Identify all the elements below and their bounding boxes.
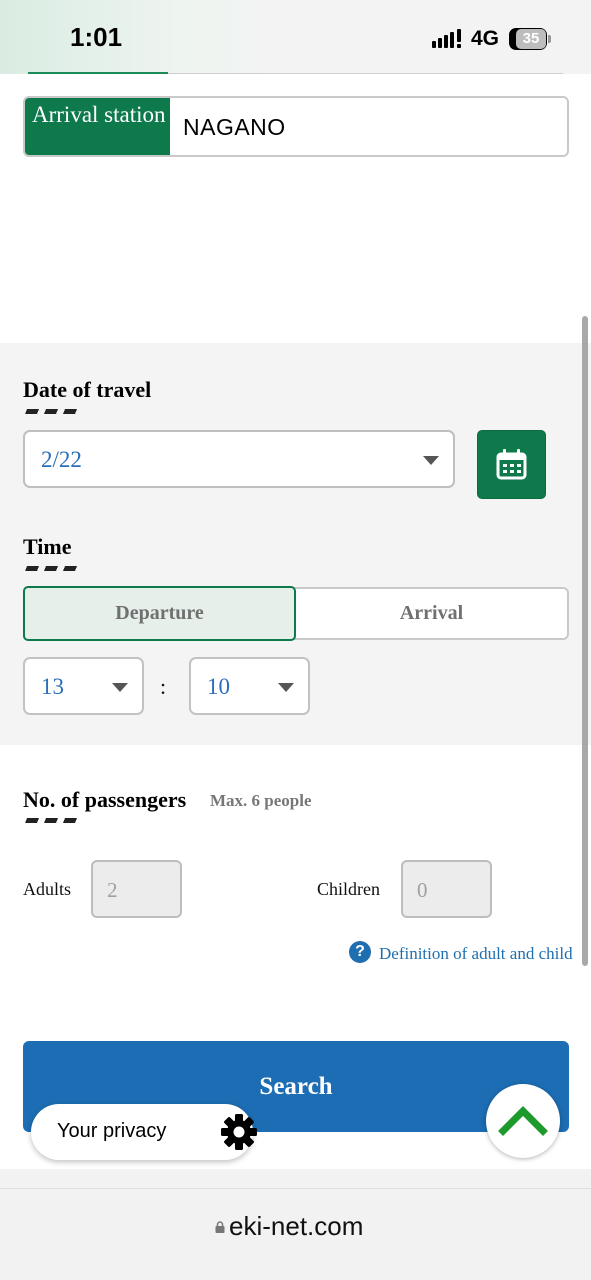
minute-select[interactable]: 10 — [189, 657, 310, 715]
date-select[interactable]: 2/22 — [23, 430, 455, 488]
minute-value: 10 — [207, 674, 230, 699]
calendar-icon — [496, 449, 527, 480]
divider-accent — [28, 72, 168, 74]
gear-icon — [221, 1114, 257, 1150]
time-title: Time — [23, 534, 72, 559]
privacy-label: Your privacy — [57, 1120, 167, 1142]
network-type: 4G — [471, 27, 500, 50]
battery-level: 35 — [516, 29, 546, 49]
help-icon: ? — [349, 941, 371, 963]
children-input[interactable]: 0 — [401, 860, 492, 918]
passengers-title: No. of passengers — [23, 787, 187, 812]
back-to-top-button[interactable] — [486, 1084, 560, 1158]
children-value: 0 — [417, 878, 428, 902]
battery-tip — [548, 35, 551, 43]
status-time: 1:01 — [70, 22, 123, 52]
arrival-station-label: Arrival station — [25, 98, 170, 155]
max-passengers-note: Max. 6 people — [210, 791, 312, 810]
date-of-travel-title: Date of travel — [23, 377, 152, 402]
divider — [0, 1188, 591, 1189]
arrival-toggle-button[interactable]: Arrival — [296, 589, 567, 638]
privacy-button[interactable]: Your privacy — [31, 1104, 257, 1160]
hour-value: 13 — [41, 674, 64, 699]
adults-input[interactable]: 2 — [91, 860, 182, 918]
children-label: Children — [317, 879, 380, 899]
title-dashes — [25, 409, 79, 414]
time-separator: : — [160, 674, 167, 699]
hour-select[interactable]: 13 — [23, 657, 144, 715]
adults-value: 2 — [107, 878, 118, 902]
chevron-down-icon — [112, 683, 128, 692]
chevron-up-icon — [498, 1106, 548, 1136]
scrollbar[interactable] — [582, 316, 588, 966]
lock-icon — [215, 1221, 225, 1233]
chevron-down-icon — [423, 456, 439, 465]
definition-link-text[interactable]: Definition of adult and child — [379, 944, 573, 964]
arrival-station-value[interactable]: NAGANO — [183, 114, 286, 141]
title-dashes — [25, 818, 79, 823]
departure-toggle-button[interactable]: Departure — [23, 586, 296, 641]
calendar-button[interactable] — [477, 430, 546, 499]
adults-label: Adults — [23, 879, 72, 899]
address-bar-url[interactable]: eki-net.com — [229, 1211, 363, 1242]
signal-icon — [432, 29, 461, 48]
arrival-station-field[interactable]: Arrival station NAGANO — [23, 96, 569, 157]
title-dashes — [25, 566, 79, 571]
date-value: 2/22 — [41, 447, 82, 472]
chevron-down-icon — [278, 683, 294, 692]
